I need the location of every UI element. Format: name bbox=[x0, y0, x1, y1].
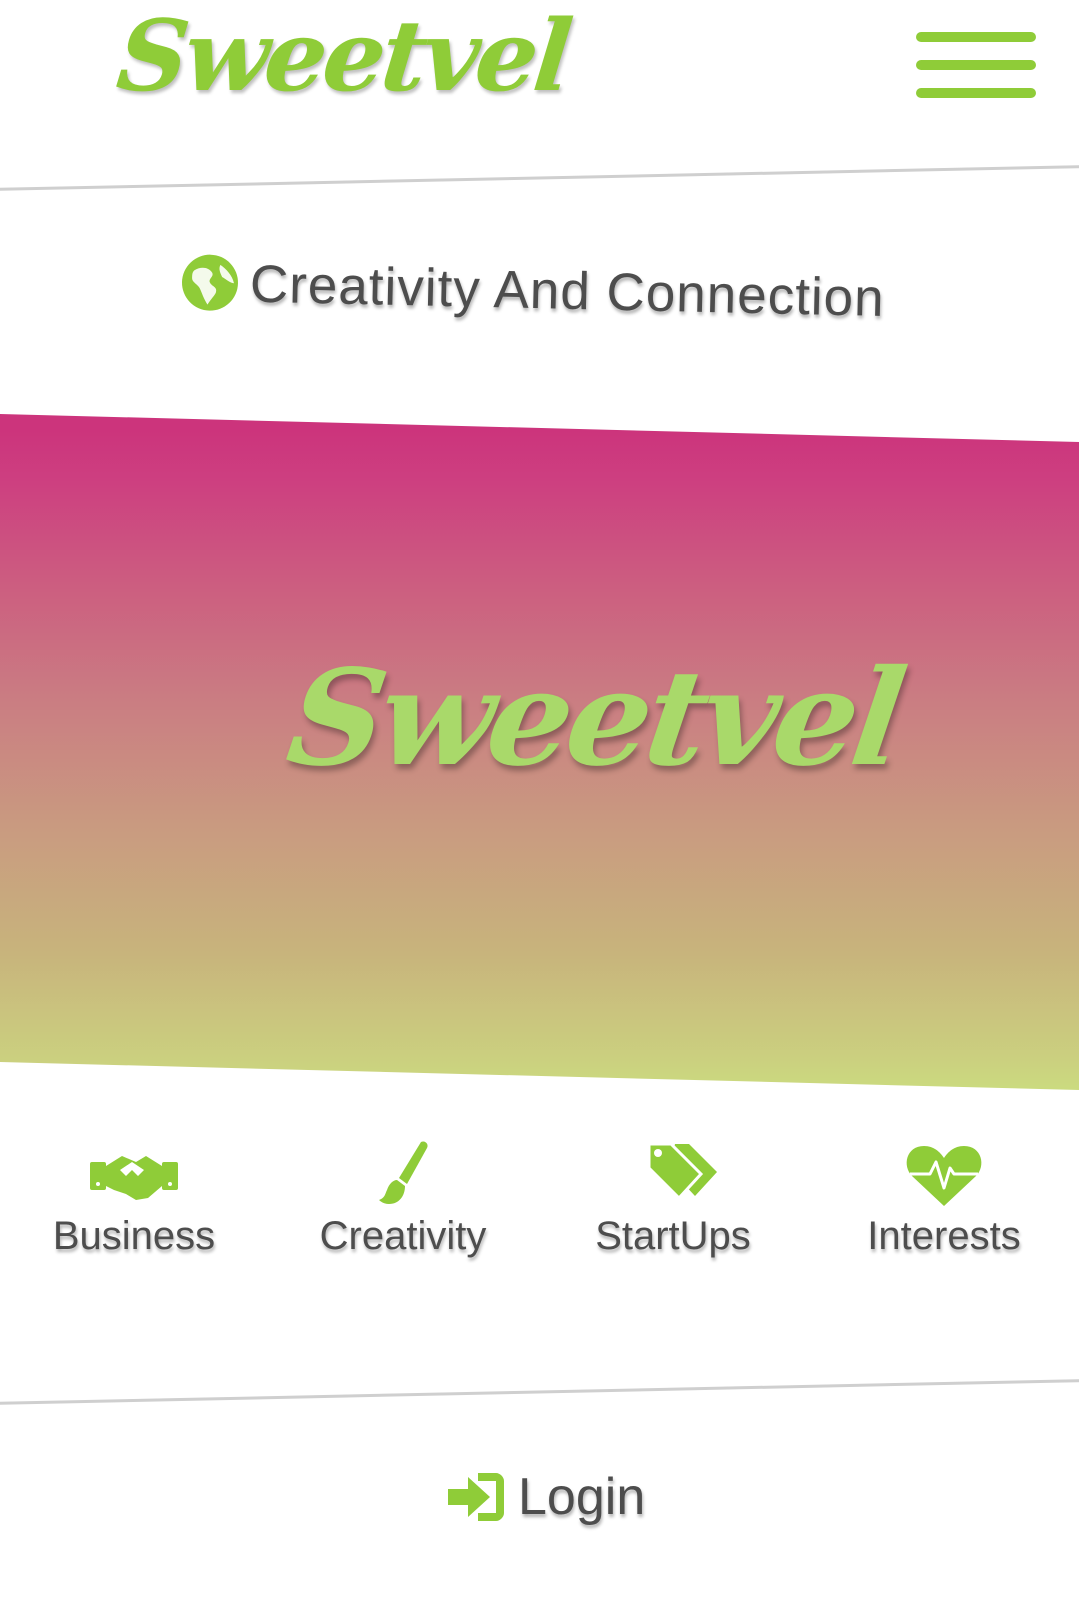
hero-gradient-band bbox=[0, 414, 1079, 1090]
category-interests[interactable]: Interests bbox=[824, 1140, 1064, 1270]
category-startups[interactable]: StartUps bbox=[553, 1140, 793, 1270]
category-creativity[interactable]: Creativity bbox=[283, 1140, 523, 1270]
heartbeat-icon bbox=[906, 1146, 982, 1206]
category-label: Business bbox=[52, 1214, 216, 1258]
tagline: Creativity And Connection bbox=[179, 242, 921, 339]
footer-divider bbox=[0, 1378, 1079, 1405]
handshake-icon bbox=[90, 1156, 178, 1200]
hero-logo: Sweetvel bbox=[279, 641, 910, 796]
hero-banner: Sweetvel bbox=[0, 0, 1079, 1621]
tags-icon bbox=[647, 1142, 717, 1201]
brand-logo[interactable]: Sweetvel bbox=[112, 0, 574, 116]
category-label: Interests bbox=[867, 1214, 1021, 1258]
hamburger-menu-button[interactable] bbox=[912, 28, 1040, 106]
category-business[interactable]: Business bbox=[14, 1140, 254, 1270]
paintbrush-icon bbox=[379, 1141, 428, 1204]
category-nav: Business Creativity StartUps Interests bbox=[0, 1140, 1079, 1270]
category-label: Creativity bbox=[319, 1214, 487, 1258]
login-link[interactable]: Login bbox=[446, 1462, 645, 1532]
sign-in-icon bbox=[448, 1473, 504, 1521]
tagline-text: Creativity And Connection bbox=[249, 254, 886, 328]
globe-icon bbox=[181, 254, 238, 311]
login-label: Login bbox=[518, 1468, 646, 1526]
category-label: StartUps bbox=[595, 1214, 751, 1258]
